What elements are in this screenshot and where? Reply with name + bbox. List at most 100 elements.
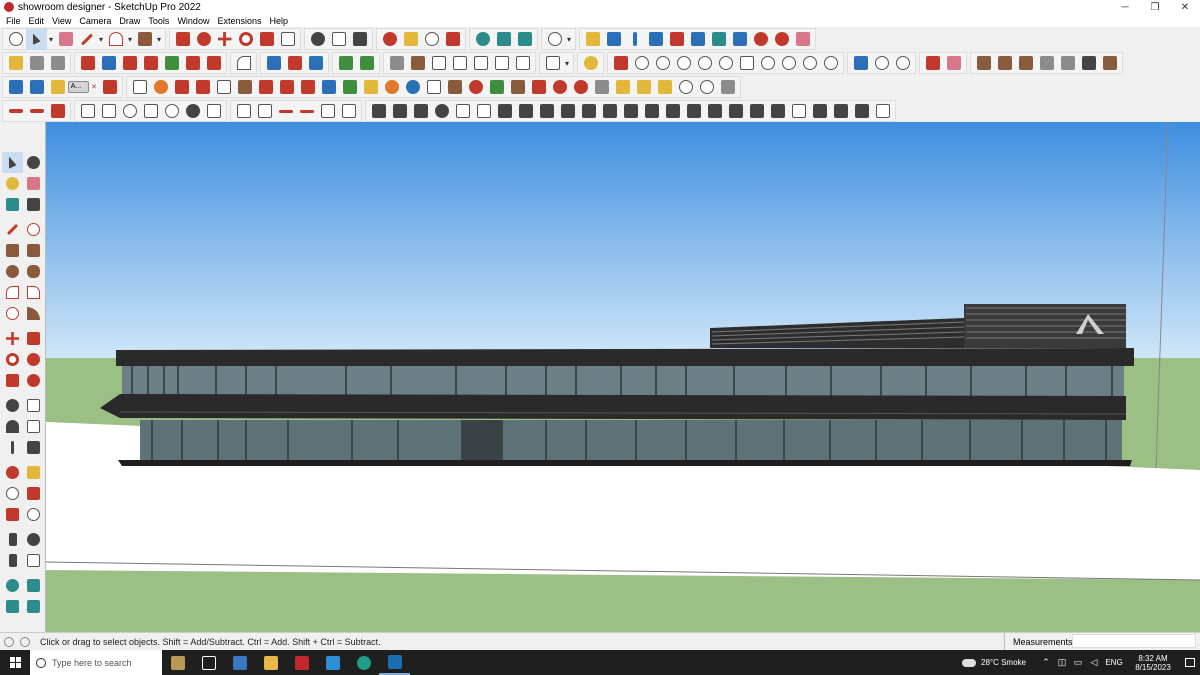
tape-tool-button[interactable] xyxy=(2,395,23,416)
zoom-tool-button[interactable] xyxy=(5,29,26,50)
section-plane-button[interactable] xyxy=(582,29,603,50)
arc-tool-button[interactable] xyxy=(2,282,23,303)
weather-widget[interactable]: 28°C Smoke xyxy=(962,658,1026,667)
position-camera-button[interactable] xyxy=(729,29,750,50)
top-view-button[interactable] xyxy=(26,53,47,74)
eraser-tool-button[interactable] xyxy=(23,173,44,194)
bit-16-button[interactable] xyxy=(444,77,465,98)
house-7-button[interactable] xyxy=(512,53,533,74)
pan-button[interactable] xyxy=(400,29,421,50)
pb-20-button[interactable] xyxy=(767,101,788,122)
chevron-down-icon[interactable]: ▾ xyxy=(97,35,105,44)
bz-1-button[interactable] xyxy=(5,101,26,122)
bit-4-button[interactable] xyxy=(192,77,213,98)
geo-location-icon[interactable] xyxy=(4,636,14,647)
pb-5-button[interactable] xyxy=(452,101,473,122)
sandbox-5-button[interactable] xyxy=(161,53,182,74)
meet-now-icon[interactable]: ◫ xyxy=(1054,657,1070,668)
house-1-button[interactable] xyxy=(386,53,407,74)
cv-3-button[interactable] xyxy=(892,53,913,74)
arc2-tool-button[interactable] xyxy=(23,282,44,303)
tape-measure-button[interactable] xyxy=(307,29,328,50)
look-around-button[interactable] xyxy=(708,29,729,50)
rc-2-button[interactable] xyxy=(631,53,652,74)
mat-6-button[interactable] xyxy=(1078,53,1099,74)
axes-tool-button[interactable] xyxy=(2,437,23,458)
pb-12-button[interactable] xyxy=(599,101,620,122)
bit-8-button[interactable] xyxy=(276,77,297,98)
move-tool-button[interactable] xyxy=(2,328,23,349)
mat-4-button[interactable] xyxy=(1036,53,1057,74)
bit-3-button[interactable] xyxy=(171,77,192,98)
menu-help[interactable]: Help xyxy=(265,16,292,26)
freehand-tool-button[interactable] xyxy=(23,219,44,240)
bit-15-button[interactable] xyxy=(423,77,444,98)
export-button[interactable] xyxy=(792,29,813,50)
select-tool-button[interactable] xyxy=(2,152,23,173)
menu-extensions[interactable]: Extensions xyxy=(213,16,265,26)
move-button[interactable] xyxy=(214,29,235,50)
jpp-1-button[interactable] xyxy=(922,53,943,74)
shape-3-button[interactable] xyxy=(47,77,68,98)
menu-camera[interactable]: Camera xyxy=(75,16,115,26)
zoom-window-tool-button[interactable] xyxy=(23,483,44,504)
bit-27-button[interactable] xyxy=(675,77,696,98)
arc3-tool-button[interactable] xyxy=(2,303,23,324)
de-5-button[interactable] xyxy=(317,101,338,122)
scene-canvas[interactable] xyxy=(46,122,1200,632)
dimension-tool-button[interactable] xyxy=(23,395,44,416)
volume-icon[interactable]: ◁ xyxy=(1086,657,1102,668)
clock[interactable]: 8:32 AM 8/15/2023 xyxy=(1130,654,1176,672)
bit-17-button[interactable] xyxy=(465,77,486,98)
pie-tool-button[interactable] xyxy=(23,303,44,324)
circle-tool-button[interactable] xyxy=(2,261,23,282)
menu-view[interactable]: View xyxy=(48,16,75,26)
shape-tool-button[interactable] xyxy=(134,29,155,50)
chevron-down-icon[interactable]: ▾ xyxy=(47,35,55,44)
house-4-button[interactable] xyxy=(449,53,470,74)
measurements-input[interactable] xyxy=(1072,634,1196,648)
bit-25-button[interactable] xyxy=(633,77,654,98)
mini-chip-close-button[interactable]: ✕ xyxy=(89,77,99,98)
pb-10-button[interactable] xyxy=(557,101,578,122)
line-tool-button[interactable] xyxy=(2,219,23,240)
follow-me-button[interactable] xyxy=(193,29,214,50)
pb-25-button[interactable] xyxy=(872,101,893,122)
walk-button[interactable] xyxy=(687,29,708,50)
jpp-2-button[interactable] xyxy=(943,53,964,74)
fs-1-button[interactable] xyxy=(77,101,98,122)
pb-19-button[interactable] xyxy=(746,101,767,122)
zoom-extents-tool-button[interactable] xyxy=(2,504,23,525)
rectangle-tool-button[interactable] xyxy=(2,240,23,261)
pb-14-button[interactable] xyxy=(641,101,662,122)
text-tool-button[interactable] xyxy=(328,29,349,50)
rc-4-button[interactable] xyxy=(673,53,694,74)
walk-tool-button[interactable] xyxy=(2,550,23,571)
paint-bucket-button[interactable] xyxy=(349,29,370,50)
chevron-up-icon[interactable]: ⌃ xyxy=(1038,657,1054,668)
front-view-button[interactable] xyxy=(47,53,68,74)
mat-5-button[interactable] xyxy=(1057,53,1078,74)
component-tool-button[interactable] xyxy=(2,194,23,215)
sandbox-1-button[interactable] xyxy=(77,53,98,74)
bit-7-button[interactable] xyxy=(255,77,276,98)
de-3-button[interactable] xyxy=(275,101,296,122)
polygon-tool-button[interactable] xyxy=(23,261,44,282)
info-icon[interactable] xyxy=(20,636,30,647)
bit-12-button[interactable] xyxy=(360,77,381,98)
account-button[interactable] xyxy=(544,29,565,50)
house-6-button[interactable] xyxy=(491,53,512,74)
bit-21-button[interactable] xyxy=(549,77,570,98)
zoom-extents-button[interactable] xyxy=(442,29,463,50)
taskbar-widgets[interactable] xyxy=(162,650,193,675)
iso-view-button[interactable] xyxy=(5,53,26,74)
model-viewport[interactable] xyxy=(45,122,1200,632)
mat-1-button[interactable] xyxy=(973,53,994,74)
fs-2-button[interactable] xyxy=(98,101,119,122)
pb-8-button[interactable] xyxy=(515,101,536,122)
push-pull-button[interactable] xyxy=(172,29,193,50)
de-2-button[interactable] xyxy=(254,101,275,122)
house-2-button[interactable] xyxy=(407,53,428,74)
look-around-tool-button[interactable] xyxy=(23,529,44,550)
pb-17-button[interactable] xyxy=(704,101,725,122)
